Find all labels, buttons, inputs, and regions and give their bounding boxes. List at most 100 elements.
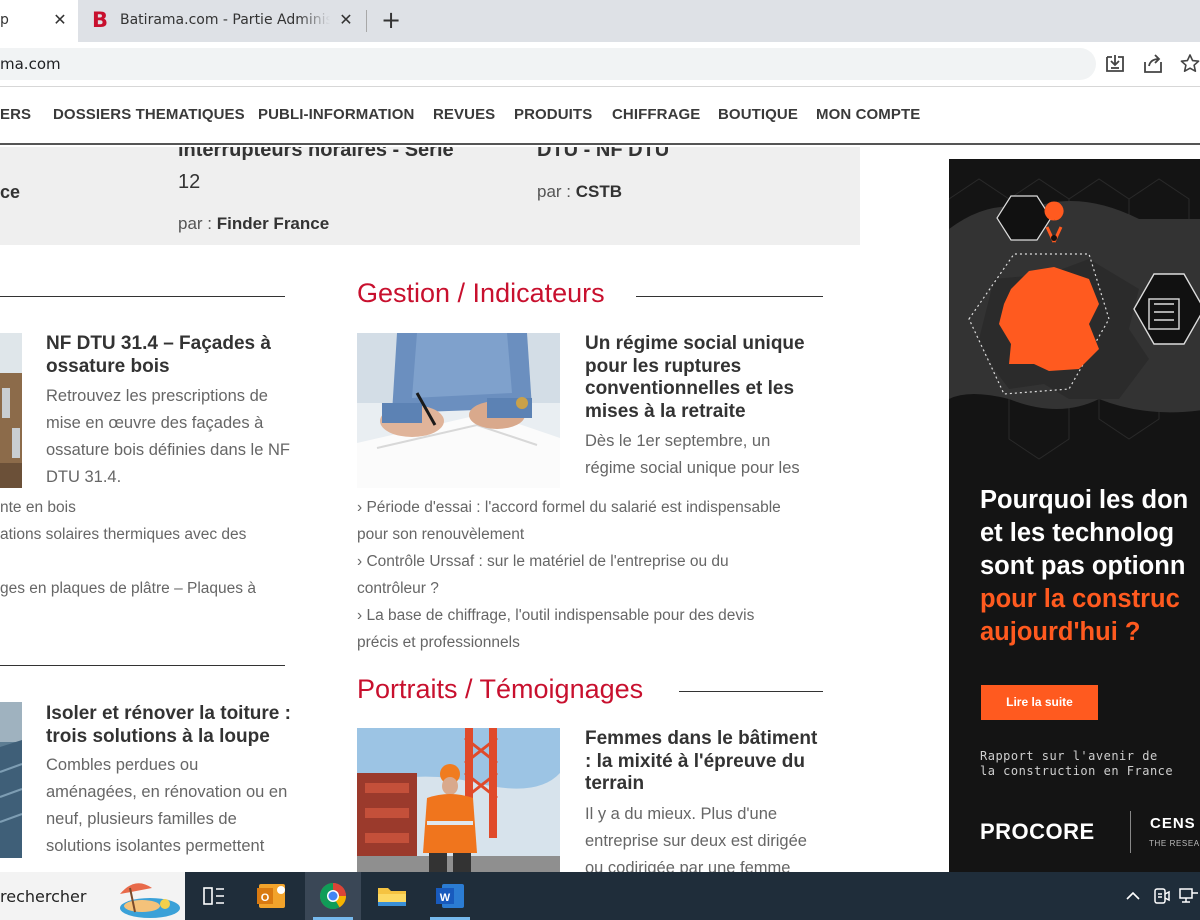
share-icon[interactable]: [1141, 52, 1165, 76]
task-view-icon: [203, 887, 224, 905]
taskbar-search-box[interactable]: rechercher: [0, 872, 185, 920]
related-link-line: contrôleur ?: [357, 580, 439, 597]
search-placeholder: rechercher: [0, 887, 87, 906]
download-icon[interactable]: [1103, 52, 1127, 76]
ad-headline-line-accent: aujourd'hui ?: [980, 618, 1141, 646]
related-link[interactable]: ations solaires thermiques avec des: [0, 521, 246, 548]
svg-text:W: W: [440, 892, 451, 904]
ad-headline-line: Pourquoi les don: [980, 486, 1189, 514]
file-explorer-icon: [378, 888, 406, 906]
article-excerpt: Retrouvez les prescriptions de mise en œ…: [46, 387, 290, 486]
article-excerpt: Il y a du mieux. Plus d'une entreprise s…: [585, 805, 807, 872]
outlook-taskbar-button[interactable]: O: [245, 872, 301, 920]
network-icon[interactable]: [1178, 885, 1200, 907]
batirama-favicon: B: [92, 8, 109, 32]
related-link-line: précis et professionnels: [357, 634, 520, 651]
ad-read-more-button[interactable]: Lire la suite: [981, 685, 1098, 720]
outlook-icon: O: [257, 884, 285, 908]
url-text: ma.com: [0, 55, 61, 73]
file-explorer-taskbar-button[interactable]: [364, 872, 420, 920]
nav-item-produits[interactable]: PRODUITS: [514, 106, 592, 123]
ad-subtitle-line: la construction en France: [980, 764, 1174, 778]
section-rule: [679, 691, 823, 692]
by-author[interactable]: CSTB: [576, 182, 622, 201]
nav-item-boutique[interactable]: BOUTIQUE: [718, 106, 798, 123]
close-tab-icon[interactable]: ✕: [50, 10, 70, 30]
browser-tab-bar: p ✕ B Batirama.com - Partie Administrati…: [0, 0, 1200, 42]
browser-tab-batirama-admin[interactable]: B Batirama.com - Partie Administrative ✕: [82, 0, 364, 42]
nav-item-chiffrage[interactable]: CHIFFRAGE: [612, 106, 700, 123]
tab-separator: [366, 10, 367, 32]
by-label: par :: [178, 214, 213, 233]
ad-headline: Pourquoi les don et les technolog sont p…: [980, 484, 1200, 649]
section-title-portraits[interactable]: Portraits / Témoignages: [357, 674, 643, 705]
related-link-line: › Période d'essai : l'accord formel du s…: [357, 499, 781, 516]
word-taskbar-button[interactable]: W: [422, 872, 478, 920]
ad-headline-line-accent: pour la construc: [980, 585, 1180, 613]
windows-taskbar: rechercher O W: [0, 872, 1200, 920]
star-icon[interactable]: [1178, 52, 1200, 76]
tab-title: Batirama.com - Partie Administrative: [120, 12, 330, 28]
carousel-item-title[interactable]: interrupteurs horaires - Série: [178, 147, 454, 162]
ad-headline-line: et les technolog: [980, 519, 1175, 547]
ad-subtitle-line: Rapport sur l'avenir de: [980, 749, 1158, 763]
carousel-item-byline: par : Finder France: [178, 214, 329, 234]
carousel-item-title[interactable]: DTU - NF DTU: [537, 147, 669, 162]
related-link[interactable]: ges en plaques de plâtre – Plaques à: [0, 575, 256, 602]
task-view-button[interactable]: [186, 872, 242, 920]
by-author[interactable]: Finder France: [217, 214, 329, 233]
chrome-taskbar-button[interactable]: [305, 872, 361, 920]
product-carousel-strip: ce interrupteurs horaires - Série 12 par…: [0, 147, 860, 245]
article-excerpt: Dès le 1er septembre, un régime social u…: [585, 432, 800, 477]
section-rule: [0, 296, 285, 297]
page-content: ce interrupteurs horaires - Série 12 par…: [0, 147, 1200, 872]
census-logo-subtitle: THE RESEAR: [1149, 839, 1200, 848]
ad-map-illustration: [949, 178, 1200, 460]
procore-logo: PROCORE: [980, 819, 1095, 844]
contract-signing-image[interactable]: [357, 333, 560, 488]
search-highlight-illustration: [120, 883, 180, 918]
close-tab-icon[interactable]: ✕: [336, 10, 356, 30]
census-logo: CENS: [1150, 815, 1196, 832]
roof-article-image[interactable]: [0, 702, 22, 858]
browser-tab-active[interactable]: p ✕: [0, 0, 78, 42]
nav-item-publi-information[interactable]: PUBLI-INFORMATION: [258, 106, 414, 123]
carousel-author-fragment[interactable]: ce: [0, 182, 20, 203]
url-field[interactable]: ma.com: [0, 48, 1096, 80]
nav-item-dossiers-thematiques[interactable]: DOSSIERS THEMATIQUES: [53, 106, 245, 123]
word-icon: W: [436, 884, 464, 908]
article-title[interactable]: Femmes dans le bâtiment : la mixité à l'…: [585, 728, 825, 796]
by-label: par :: [537, 182, 572, 201]
meet-now-icon[interactable]: [1150, 885, 1172, 907]
related-link-controle-urssaf[interactable]: › Contrôle Urssaf : sur le matériel de l…: [357, 548, 729, 602]
construction-worker-image[interactable]: [357, 728, 560, 872]
related-link-line: › Contrôle Urssaf : sur le matériel de l…: [357, 553, 729, 570]
site-main-nav: ERS DOSSIERS THEMATIQUES PUBLI-INFORMATI…: [0, 87, 1200, 145]
facade-article-image[interactable]: [0, 333, 22, 488]
carousel-item-byline: par : CSTB: [537, 182, 622, 202]
nav-item-revues[interactable]: REVUES: [433, 106, 495, 123]
tab-title: p: [0, 12, 9, 28]
carousel-item-title-line2[interactable]: 12: [178, 171, 200, 194]
related-link-line: pour son renouvèlement: [357, 526, 525, 543]
article-title[interactable]: Isoler et rénover la toiture : trois sol…: [46, 703, 291, 748]
ad-logo-divider: [1130, 811, 1131, 853]
related-link[interactable]: nte en bois: [0, 494, 76, 521]
article-excerpt: Combles perdues ou aménagées, en rénovat…: [46, 756, 288, 855]
new-tab-button[interactable]: +: [378, 8, 404, 34]
procore-ad-banner[interactable]: Pourquoi les don et les technolog sont p…: [949, 159, 1200, 872]
related-link-base-chiffrage[interactable]: › La base de chiffrage, l'outil indispen…: [357, 602, 754, 656]
section-title-gestion[interactable]: Gestion / Indicateurs: [357, 278, 605, 309]
related-link-line: › La base de chiffrage, l'outil indispen…: [357, 607, 755, 624]
related-link-periode-essai[interactable]: › Période d'essai : l'accord formel du s…: [357, 494, 781, 548]
svg-text:O: O: [261, 892, 270, 904]
section-rule: [636, 296, 823, 297]
article-title[interactable]: NF DTU 31.4 – Façades à ossature bois: [46, 333, 286, 378]
chevron-up-icon[interactable]: [1124, 886, 1142, 906]
nav-item-mon-compte[interactable]: MON COMPTE: [816, 106, 920, 123]
article-title[interactable]: Un régime social unique pour les rupture…: [585, 333, 815, 423]
nav-item-partial[interactable]: ERS: [0, 106, 31, 123]
ad-subtitle: Rapport sur l'avenir de la construction …: [980, 749, 1173, 779]
chrome-icon: [319, 882, 347, 910]
section-rule: [0, 665, 285, 666]
